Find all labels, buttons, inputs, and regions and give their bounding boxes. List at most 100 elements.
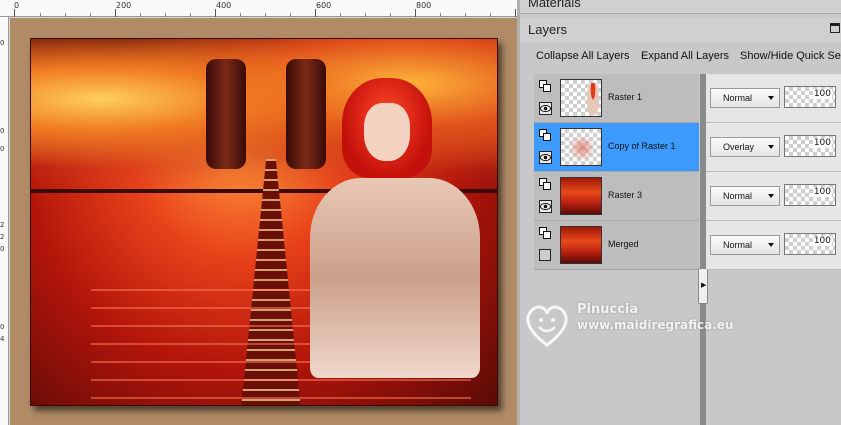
visibility-box-icon[interactable] [539,249,551,261]
layer-name: Raster 3 [608,190,643,200]
ruler-tick [515,9,516,17]
watermark-url: www.maidiregrafica.eu [577,318,734,332]
layer-row-copy-of-raster-1[interactable]: Copy of Raster 1 [534,123,699,172]
vruler-label: 2 [0,221,5,229]
show-hide-quick-search-button[interactable]: Show/Hide Quick Se [740,50,841,62]
vertical-ruler: 0 0 0 2 2 0 0 4 [0,17,9,425]
blend-mode-value: Overlay [723,142,755,152]
opacity-field[interactable]: 100 [784,184,836,206]
ruler-tick-minor [40,13,41,17]
blend-mode-select[interactable]: Overlay [710,137,780,157]
ruler-tick-minor [90,13,91,17]
opacity-value: 100 [812,138,832,148]
blend-mode-select[interactable]: Normal [710,88,780,108]
layer-row-icons [539,178,553,214]
ruler-label-800: 800 [416,1,432,10]
opacity-field[interactable]: 100 [784,86,836,108]
eye-icon[interactable] [539,102,552,115]
ruler-tick [215,9,216,17]
sequin-dress [310,178,480,378]
ruler-tick-minor [340,13,341,17]
blend-mode-select[interactable]: Normal [710,186,780,206]
eye-icon[interactable] [539,151,552,164]
layer-properties-column: Normal 100 Overlay 100 Normal 100 Normal… [706,74,841,270]
opacity-value: 100 [812,236,832,246]
right-panel-dock: Materials Layers Collapse All Layers Exp… [517,0,841,425]
ruler-tick-minor [390,13,391,17]
layer-name: Copy of Raster 1 [608,141,676,151]
watermark-name: Pinuccia [577,302,639,317]
layer-row-icons [539,80,553,116]
layer-row-raster-3[interactable]: Raster 3 [534,172,699,221]
layer-properties-row: Normal 100 [706,221,841,270]
materials-panel-header[interactable]: Materials [520,0,841,14]
heart-smiley-watermark-icon [526,305,568,347]
ruler-tick-minor [465,13,466,17]
vruler-label: 0 [0,323,5,331]
ruler-label-200: 200 [116,1,132,10]
ruler-tick [115,9,116,17]
layer-row-merged[interactable]: Merged [534,221,699,270]
thumbnail-figure [587,83,599,115]
layer-name: Merged [608,239,639,249]
layer-list: Raster 1 Copy of Raster 1 Raster 3 Merge… [534,74,699,270]
layer-properties-row: Normal 100 [706,172,841,221]
vruler-label: 2 [0,233,5,241]
layer-row-icons [539,129,553,165]
ruler-label-400: 400 [216,1,232,10]
ruler-tick [315,9,316,17]
opacity-value: 100 [812,187,832,197]
expand-all-layers-button[interactable]: Expand All Layers [641,50,729,62]
vruler-label: 0 [0,145,5,153]
vruler-label: 0 [0,245,5,253]
tree-trunk [206,59,246,169]
eye-icon[interactable] [539,200,552,213]
ruler-tick-minor [440,13,441,17]
ruler-tick [14,9,15,17]
opacity-field[interactable]: 100 [784,233,836,255]
layers-panel-header[interactable]: Layers [520,18,841,42]
woman-figure [290,78,490,378]
ruler-tick-minor [140,13,141,17]
dropdown-caret-icon [768,96,774,100]
layer-properties-row: Normal 100 [706,74,841,123]
dropdown-caret-icon [768,145,774,149]
ruler-tick-minor [165,13,166,17]
ruler-tick [415,9,416,17]
layer-row-icons [539,227,553,263]
scroll-right-arrow-icon: ▶ [701,281,707,289]
panel-close-icon[interactable] [830,23,840,33]
ruler-tick-minor [190,13,191,17]
vruler-label: 0 [0,127,5,135]
dropdown-caret-icon [768,243,774,247]
layer-group-icon[interactable] [539,80,551,92]
layers-title: Layers [528,22,568,37]
layers-toolbar: Collapse All Layers Expand All Layers Sh… [520,44,841,70]
layer-thumbnail [560,177,602,215]
ruler-tick-minor [265,13,266,17]
opacity-field[interactable]: 100 [784,135,836,157]
collapse-all-layers-button[interactable]: Collapse All Layers [536,50,630,62]
layer-group-icon[interactable] [539,129,551,141]
layer-group-icon[interactable] [539,178,551,190]
layer-thumbnail [560,128,602,166]
blend-mode-value: Normal [723,93,753,103]
ruler-tick-minor [240,13,241,17]
vruler-label: 4 [0,335,5,343]
horizontal-ruler: 0 200 400 600 800 [0,0,517,17]
blend-mode-select[interactable]: Normal [710,235,780,255]
dropdown-caret-icon [768,194,774,198]
layer-group-icon[interactable] [539,227,551,239]
vruler-label: 0 [0,39,5,47]
face [364,103,410,161]
layer-row-raster-1[interactable]: Raster 1 [534,74,699,123]
blend-mode-value: Normal [723,240,753,250]
opacity-value: 100 [812,89,832,99]
ruler-label-600: 600 [316,1,332,10]
layer-properties-row: Overlay 100 [706,123,841,172]
ruler-tick-minor [290,13,291,17]
materials-title: Materials [528,0,581,10]
image-editor: 0 200 400 600 800 0 0 0 2 2 0 0 4 [0,0,517,425]
splitter-handle[interactable]: ▶ [698,268,708,304]
blend-mode-value: Normal [723,191,753,201]
